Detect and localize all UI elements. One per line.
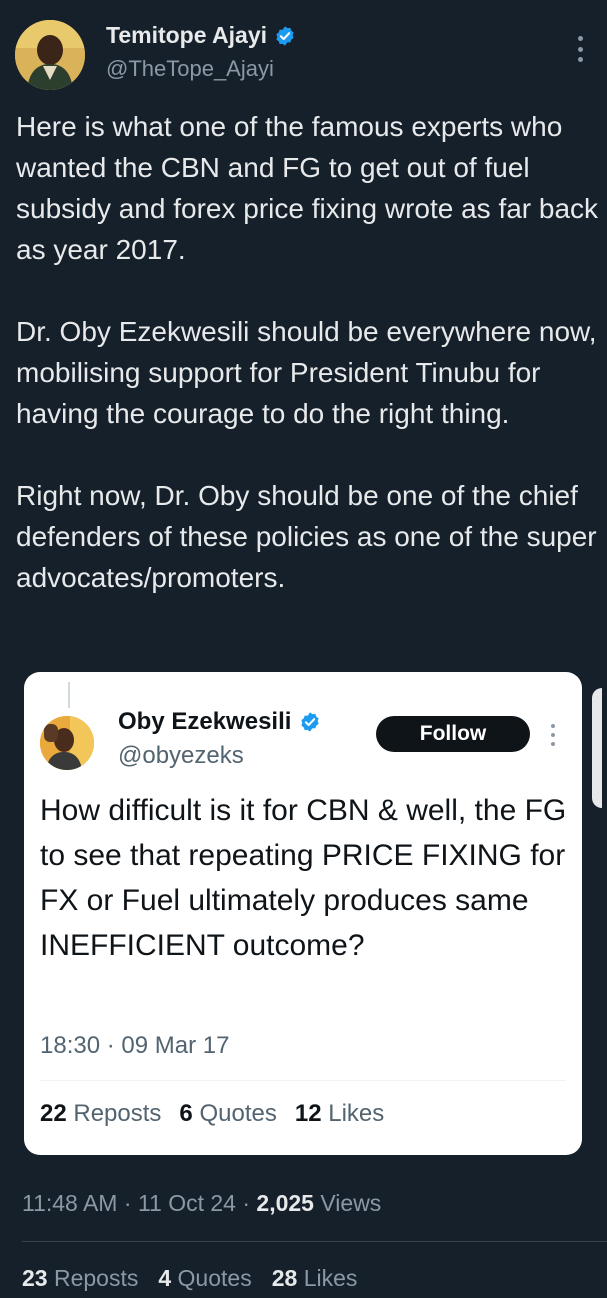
tweet-paragraph: Right now, Dr. Oby should be one of the … (16, 480, 597, 593)
more-options-icon[interactable] (576, 36, 584, 62)
author-handle[interactable]: @TheTope_Ajayi (106, 56, 274, 82)
embedded-quotes: 6 Quotes (179, 1100, 277, 1127)
tweet-paragraph: Dr. Oby Ezekwesili should be everywhere … (16, 316, 597, 429)
embedded-stats: 22 Reposts 6 Quotes 12 Likes (40, 1100, 384, 1128)
tweet-date[interactable]: 11 Oct 24 (138, 1190, 236, 1216)
embedded-timestamp: 18:30 · 09 Mar 17 (40, 1032, 230, 1059)
embedded-author-name-row: Oby Ezekwesili (118, 708, 321, 736)
embedded-author-name: Oby Ezekwesili (118, 708, 292, 735)
reposts-stat[interactable]: 23 Reposts (22, 1265, 138, 1292)
views-label: Views (320, 1190, 382, 1216)
divider (40, 1080, 566, 1081)
embedded-date: 09 Mar 17 (121, 1032, 230, 1059)
embedded-tweet-text: How difficult is it for CBN & well, the … (40, 794, 567, 962)
embedded-author-avatar (40, 716, 94, 770)
views-count: 2,025 (256, 1190, 314, 1216)
more-options-icon (550, 724, 556, 746)
tweet-paragraph: Here is what one of the famous experts w… (16, 111, 599, 265)
embedded-time: 18:30 (40, 1032, 101, 1059)
embedded-author-handle: @obyezeks (118, 742, 244, 769)
embedded-tweet-card: Oby Ezekwesili @obyezeks Follow How diff… (24, 672, 582, 1155)
embedded-reposts: 22 Reposts (40, 1100, 162, 1127)
embedded-likes: 12 Likes (294, 1100, 385, 1127)
tweet-time[interactable]: 11:48 AM (22, 1190, 117, 1216)
tweet-stats: 23 Reposts 4 Quotes 28 Likes (22, 1265, 357, 1292)
tweet-timestamp[interactable]: 11:48 AM · 11 Oct 24 · 2,025 Views (22, 1190, 381, 1217)
tweet-text: Here is what one of the famous experts w… (16, 106, 601, 598)
author-name-row[interactable]: Temitope Ajayi (106, 22, 296, 49)
verified-badge-icon (301, 712, 320, 732)
author-avatar[interactable] (15, 20, 85, 90)
quotes-stat[interactable]: 4 Quotes (158, 1265, 251, 1292)
attached-image[interactable]: Oby Ezekwesili @obyezeks Follow How diff… (0, 650, 602, 1164)
image-edge-decoration (592, 688, 602, 808)
author-name[interactable]: Temitope Ajayi (106, 22, 267, 49)
divider (22, 1241, 607, 1242)
follow-button: Follow (376, 716, 530, 752)
verified-badge-icon (276, 25, 294, 46)
likes-stat[interactable]: 28 Likes (272, 1265, 358, 1292)
thread-line (68, 682, 70, 708)
